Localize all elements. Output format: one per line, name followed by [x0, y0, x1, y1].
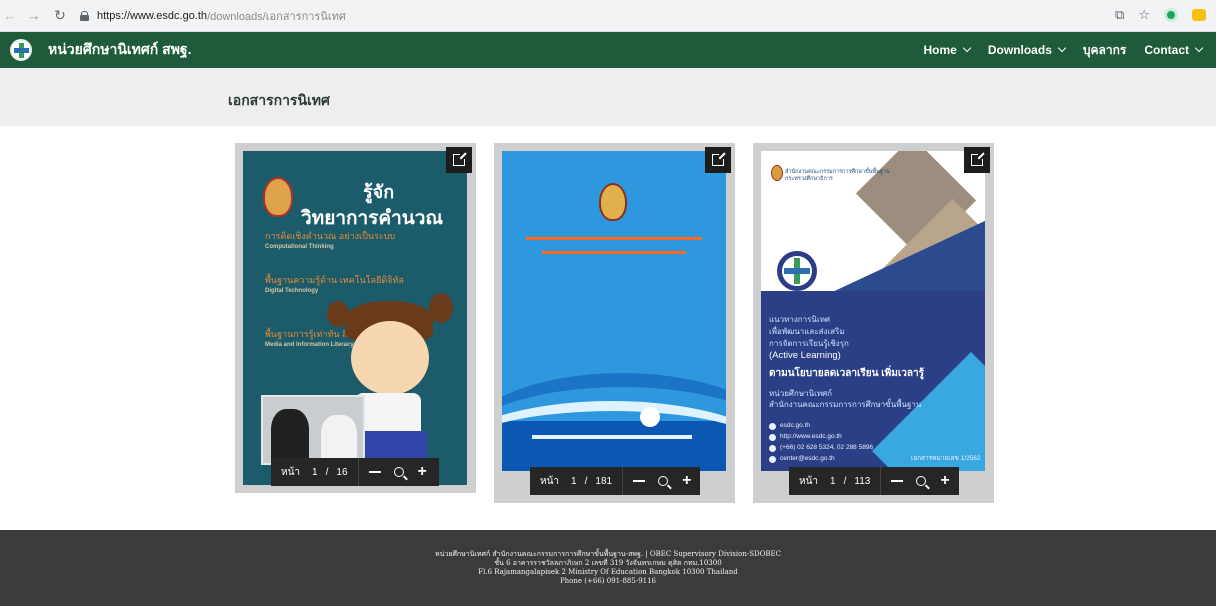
document-card[interactable]: สำนักงานคณะกรรมการการศึกษาขั้นพื้นฐาน กร…	[753, 143, 994, 503]
document-card[interactable]: หน้า 1 / 181 +	[494, 143, 735, 503]
bookmark-star-icon[interactable]: ☆	[1138, 7, 1150, 23]
forward-icon[interactable]: →	[26, 8, 42, 23]
menu-home-label: Home	[923, 43, 957, 57]
menu-contact-label: Contact	[1144, 43, 1189, 57]
lock-icon	[80, 10, 89, 21]
site-header: หน่วยศึกษานิเทศก์ สพฐ. Home Downloads บุ…	[0, 32, 1216, 68]
translate-icon[interactable]: ⧉	[1115, 7, 1124, 23]
open-external-button[interactable]	[446, 147, 472, 173]
obec-seal-image	[599, 183, 627, 221]
document-cover[interactable]	[502, 151, 726, 471]
site-title[interactable]: หน่วยศึกษานิเทศก์ สพฐ.	[48, 39, 192, 61]
menu-downloads[interactable]: Downloads	[987, 43, 1067, 57]
open-external-button[interactable]	[964, 147, 990, 173]
esdc-logo-image	[777, 251, 817, 291]
cover-title-line1: รู้จัก	[363, 182, 395, 202]
extension-icon-2[interactable]	[1192, 9, 1206, 21]
pager-separator: /	[325, 466, 329, 478]
facebook-icon	[769, 422, 776, 430]
url-path: /downloads/เอกสารการนิเทศ	[207, 10, 346, 23]
back-icon[interactable]: ←	[2, 8, 18, 23]
pager-current-page[interactable]: 1	[571, 476, 577, 487]
url-host: https://www.esdc.go.th	[97, 9, 208, 22]
site-footer: หน่วยศึกษานิเทศก์ สำนักงานคณะกรรมการการศ…	[0, 530, 1216, 606]
menu-home[interactable]: Home	[923, 43, 972, 57]
cover-org: สำนักงานคณะกรรมการการศึกษาขั้นพื้นฐาน	[769, 400, 922, 409]
cover-doc-number: เอกสารหมายเลข 1/2562	[911, 455, 981, 462]
document-cover[interactable]: สำนักงานคณะกรรมการการศึกษาขั้นพื้นฐาน กร…	[761, 151, 985, 471]
cover-footer-bar	[532, 435, 692, 439]
phone-icon	[769, 444, 776, 452]
page-title-band: เอกสารการนิเทศ	[0, 68, 1216, 126]
esdc-logo-image	[640, 407, 660, 427]
cover-tag: การคิดเชิงคำนวณ อย่างเป็นระบบ Computatio…	[265, 231, 396, 250]
cover-line: ตามนโยบายลดเวลาเรียน เพิ่มเวลารู้	[769, 368, 924, 379]
address-bar[interactable]: https://www.esdc.go.th /downloads/เอกสาร…	[80, 6, 346, 26]
obec-seal-image	[771, 165, 783, 181]
cover-org: หน่วยศึกษานิเทศก์	[769, 389, 833, 398]
cover-line: แนวทางการนิเทศ	[769, 315, 830, 324]
zoom-reset-icon[interactable]	[916, 476, 927, 486]
pager-total-pages: 16	[336, 466, 348, 478]
cover-contact: (+66) 02 628 5324, 02 288 5896	[769, 443, 873, 453]
browser-toolbar: ← → ↻ https://www.esdc.go.th /downloads/…	[0, 0, 1216, 32]
cover-photo	[261, 395, 365, 465]
zoom-in-button[interactable]: +	[418, 464, 427, 480]
main-menu: Home Downloads บุคลากร Contact	[923, 32, 1204, 68]
pager-label: หน้า	[281, 466, 301, 478]
page-title: เอกสารการนิเทศ	[228, 92, 330, 108]
illustration-girl	[351, 321, 429, 395]
pager-separator: /	[584, 475, 588, 487]
zoom-out-button[interactable]	[368, 471, 381, 473]
cover-subtitle-bar	[542, 251, 686, 254]
cover-header: สำนักงานคณะกรรมการการศึกษาขั้นพื้นฐาน กร…	[785, 169, 890, 182]
cover-contact: esdc.go.th	[769, 421, 810, 431]
reload-icon[interactable]: ↻	[52, 7, 68, 24]
zoom-out-button[interactable]	[633, 480, 646, 482]
cover-tag: พื้นฐานความรู้ด้าน เทคโนโลยีดิจิทัล Digi…	[265, 275, 404, 294]
zoom-out-button[interactable]	[891, 480, 904, 482]
pager-label: หน้า	[799, 475, 819, 487]
pager-separator: /	[843, 475, 847, 487]
open-external-button[interactable]	[705, 147, 731, 173]
zoom-reset-icon[interactable]	[393, 467, 404, 477]
pager-total-pages: 181	[595, 475, 613, 487]
zoom-in-button[interactable]: +	[682, 473, 691, 489]
document-pager: หน้า 1 / 16 +	[271, 458, 439, 486]
cover-line: (Active Learning)	[769, 350, 841, 361]
menu-downloads-label: Downloads	[987, 43, 1052, 57]
extension-icon[interactable]	[1164, 8, 1178, 22]
zoom-in-button[interactable]: +	[940, 473, 949, 489]
document-cover[interactable]: รู้จัก วิทยาการคำนวณ การคิดเชิงคำนวณ อย่…	[243, 151, 467, 485]
zoom-reset-icon[interactable]	[658, 476, 669, 486]
chevron-down-icon	[962, 43, 972, 53]
obec-seal-image	[263, 177, 293, 217]
cover-contact: center@esdc.go.th	[769, 454, 835, 464]
cover-line: การจัดการเรียนรู้เชิงรุก	[769, 339, 849, 348]
cover-title-bar	[526, 237, 702, 240]
menu-personnel-label: บุคลากร	[1082, 42, 1127, 57]
pager-current-page[interactable]: 1	[830, 476, 836, 487]
document-card[interactable]: รู้จัก วิทยาการคำนวณ การคิดเชิงคำนวณ อย่…	[235, 143, 476, 493]
chevron-down-icon	[1194, 43, 1204, 53]
email-icon	[769, 455, 776, 463]
pager-current-page[interactable]: 1	[312, 467, 318, 478]
web-icon	[769, 433, 776, 441]
menu-personnel[interactable]: บุคลากร	[1083, 41, 1126, 60]
cover-line: เพื่อพัฒนาและส่งเสริม	[769, 327, 845, 336]
pager-total-pages: 113	[854, 475, 871, 487]
chevron-down-icon	[1057, 43, 1067, 53]
document-pager: หน้า 1 / 181 +	[530, 467, 700, 495]
footer-line: Fl.6 Rajamangalapisek 2 Ministry Of Educ…	[478, 568, 738, 576]
footer-line: ชั้น 6 อาคารราชวัลลภาภิเษก 2 เลขที่ 319 …	[494, 559, 722, 567]
footer-phone: Phone (+66) 091-885-9116	[559, 577, 657, 585]
menu-contact[interactable]: Contact	[1144, 43, 1204, 57]
cover-contact: http://www.esdc.go.th	[769, 432, 842, 442]
document-pager: หน้า 1 / 113 +	[789, 467, 959, 495]
pager-label: หน้า	[540, 475, 560, 487]
footer-line: หน่วยศึกษานิเทศก์ สำนักงานคณะกรรมการการศ…	[435, 550, 781, 558]
cover-title-line2: วิทยาการคำนวณ	[301, 208, 444, 229]
site-logo[interactable]	[10, 39, 32, 61]
